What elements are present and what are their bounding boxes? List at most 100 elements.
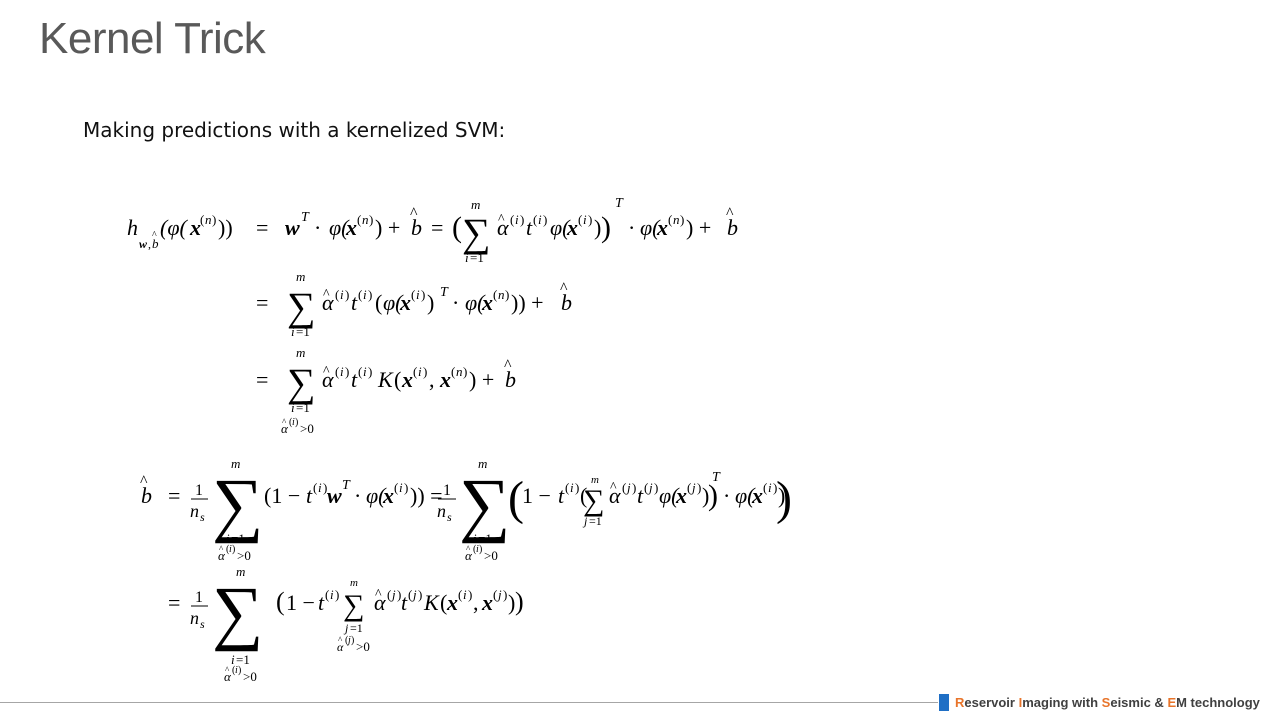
svg-text:m: m <box>296 345 305 360</box>
svg-text:): ) <box>418 587 422 602</box>
svg-text:^: ^ <box>610 480 617 495</box>
svg-text:i: i <box>570 480 574 495</box>
svg-text:(: ( <box>276 587 285 616</box>
footer-word-seismic: eismic & <box>1110 695 1168 710</box>
svg-text:x: x <box>399 290 411 315</box>
svg-text:K: K <box>377 367 394 392</box>
bias-line-2: = 1 n s m ∑ i =1 α ^ ( i ) >0 ( 1 − t ( … <box>168 564 524 684</box>
svg-text:i: i <box>291 324 295 339</box>
svg-text:^: ^ <box>726 205 734 222</box>
svg-text:,: , <box>148 237 151 251</box>
svg-text:x: x <box>751 483 763 508</box>
svg-text:^: ^ <box>375 587 382 602</box>
svg-text:(: ( <box>493 287 497 302</box>
svg-text:=1: =1 <box>296 324 310 339</box>
svg-text:i: i <box>340 364 344 379</box>
svg-text:j: j <box>343 621 349 635</box>
bias-line-1: b ^ = 1 n s m ∑ i =1 α ^ ( i ) >0 (1 − t… <box>140 456 792 563</box>
svg-text:t: t <box>318 590 325 615</box>
prediction-lhs: h w , b ^ (φ( x ( n ) )) <box>127 212 233 251</box>
svg-text:n: n <box>190 501 199 521</box>
svg-text:(: ( <box>622 480 626 495</box>
svg-text:): ) <box>238 665 241 676</box>
svg-text:): ) <box>345 364 349 379</box>
svg-text:s: s <box>200 617 205 631</box>
svg-text:>0: >0 <box>237 548 251 563</box>
svg-text:∑: ∑ <box>212 572 263 652</box>
svg-text:) +: ) + <box>469 367 494 392</box>
svg-text:): ) <box>404 480 408 495</box>
svg-text:1: 1 <box>195 589 203 606</box>
svg-text:): ) <box>601 211 611 244</box>
svg-text:(: ( <box>565 480 569 495</box>
svg-text:(: ( <box>394 367 401 392</box>
svg-text:): ) <box>463 364 467 379</box>
svg-text:(: ( <box>358 287 362 302</box>
svg-text:·: · <box>452 290 459 315</box>
svg-text:): ) <box>368 364 372 379</box>
svg-text:=: = <box>168 483 180 508</box>
svg-text:^: ^ <box>152 230 157 241</box>
svg-text:i: i <box>583 212 587 227</box>
svg-text:∑: ∑ <box>287 360 316 405</box>
svg-text:): ) <box>632 480 636 495</box>
svg-text:=: = <box>256 215 268 240</box>
svg-text:x: x <box>446 590 458 615</box>
svg-text:i: i <box>363 364 367 379</box>
svg-text:): ) <box>575 480 579 495</box>
svg-text:): ) <box>503 587 507 602</box>
footer-logo-mark <box>939 694 949 711</box>
svg-text:): ) <box>520 212 524 227</box>
svg-text:T: T <box>615 196 624 211</box>
svg-text:^: ^ <box>140 473 148 490</box>
svg-text:(: ( <box>313 480 317 495</box>
svg-text:(: ( <box>387 587 391 602</box>
svg-text:) +: ) + <box>686 215 711 240</box>
svg-text:): ) <box>335 587 339 602</box>
svg-text:=: = <box>431 215 443 240</box>
svg-text:w: w <box>327 483 342 508</box>
svg-text:^: ^ <box>560 280 568 297</box>
footer-divider <box>0 702 938 703</box>
svg-text:x: x <box>566 215 578 240</box>
svg-text:i: i <box>330 587 334 602</box>
svg-text:)): )) <box>218 215 233 240</box>
svg-text:1 −: 1 − <box>522 483 551 508</box>
svg-text:∑: ∑ <box>343 589 364 622</box>
svg-text:i: i <box>515 212 519 227</box>
svg-text:i: i <box>363 287 367 302</box>
footer-word-technology: M technology <box>1176 695 1260 710</box>
svg-text:i: i <box>418 364 422 379</box>
svg-text:): ) <box>351 635 354 646</box>
svg-text:): ) <box>654 480 658 495</box>
svg-text:T: T <box>712 470 721 485</box>
svg-text:n: n <box>362 212 369 227</box>
svg-text:(φ(: (φ( <box>160 215 188 240</box>
svg-text:t: t <box>351 367 358 392</box>
svg-text:·: · <box>314 215 321 240</box>
svg-text:=: = <box>256 290 268 315</box>
svg-text:(: ( <box>451 364 455 379</box>
svg-text:K: K <box>423 590 440 615</box>
svg-text:·: · <box>354 483 361 508</box>
svg-text:x: x <box>439 367 451 392</box>
svg-text:i: i <box>465 250 469 265</box>
svg-text:=1: =1 <box>470 250 484 265</box>
svg-text:): ) <box>776 472 792 525</box>
svg-text:(: ( <box>493 587 497 602</box>
svg-text:i: i <box>463 587 467 602</box>
svg-text:(: ( <box>375 290 382 315</box>
svg-text:): ) <box>515 587 524 616</box>
svg-text:=1: =1 <box>350 621 363 635</box>
svg-text:T: T <box>440 285 449 300</box>
svg-text:=: = <box>256 367 268 392</box>
svg-text:x: x <box>675 483 687 508</box>
svg-text:(: ( <box>452 211 462 244</box>
svg-text:(: ( <box>394 480 398 495</box>
svg-text:) +: ) + <box>375 215 400 240</box>
svg-text:·: · <box>723 483 730 508</box>
svg-text:(: ( <box>668 212 672 227</box>
svg-text:): ) <box>369 212 373 227</box>
svg-text:(: ( <box>533 212 537 227</box>
prediction-line-1: = w T · φ( x ( n ) ) + b ^ = ( m ∑ i =1 … <box>256 196 738 265</box>
